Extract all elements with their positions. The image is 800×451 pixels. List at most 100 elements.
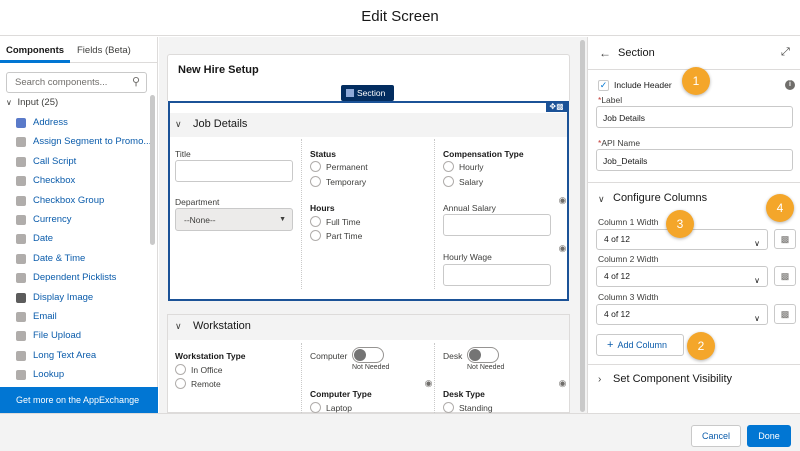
title-label: Title — [175, 149, 191, 159]
column-3-width-select[interactable]: 4 of 12 ∨ — [596, 304, 768, 325]
assign-segment-icon — [16, 137, 26, 148]
desk-type-radio-standing[interactable] — [443, 402, 454, 413]
expand-icon[interactable]: ⤢ — [781, 46, 790, 59]
chevron-down-icon: ∨ — [754, 276, 760, 285]
component-label: Lookup — [33, 369, 65, 381]
delete-icon[interactable]: ▩ — [556, 102, 564, 111]
workstation-radio-in-office[interactable] — [175, 364, 186, 375]
section-badge[interactable]: Section — [341, 85, 394, 101]
hours-radio-full-time[interactable] — [310, 216, 321, 227]
computer-toggle[interactable] — [352, 347, 384, 363]
component-item[interactable]: Lookup — [0, 366, 150, 385]
search-input[interactable]: Search components... ⚲ — [6, 72, 147, 93]
footer-bar: Cancel Done — [0, 413, 800, 451]
callout-badge: 4 — [766, 194, 794, 222]
chevron-down-icon[interactable]: ∨ — [598, 194, 605, 205]
component-item[interactable]: Call Script — [0, 153, 150, 172]
input-group-header[interactable]: ∨ Input (25) — [6, 97, 58, 108]
callout-badge: 3 — [666, 210, 694, 238]
department-value: --None-- — [184, 215, 216, 225]
api-name-input[interactable]: Job_Details — [596, 149, 793, 171]
column-divider — [434, 343, 435, 413]
delete-column-3-button[interactable]: ▩ — [774, 304, 796, 324]
checkbox-icon — [16, 176, 26, 187]
status-radio-permanent[interactable] — [310, 161, 321, 172]
delete-column-1-button[interactable]: ▩ — [774, 229, 796, 249]
component-label: Date — [33, 233, 54, 245]
chevron-right-icon[interactable]: › — [598, 374, 601, 385]
component-label: Long Text Area — [33, 349, 97, 361]
chevron-down-icon: ∨ — [754, 314, 760, 323]
department-select[interactable]: --None-- ▼ — [175, 208, 293, 231]
component-visibility-title[interactable]: Set Component Visibility — [613, 373, 732, 385]
hourly-wage-input[interactable] — [443, 264, 551, 286]
workstation-radio-remote[interactable] — [175, 378, 186, 389]
status-option: Temporary — [326, 177, 367, 187]
screen-header: New Hire Setup — [167, 54, 570, 84]
lookup-icon — [16, 370, 26, 381]
annual-salary-input[interactable] — [443, 214, 551, 236]
component-label: Assign Segment to Promo... — [33, 136, 152, 148]
component-item[interactable]: Date — [0, 230, 150, 249]
desk-toggle[interactable] — [467, 347, 499, 363]
component-item[interactable]: Checkbox Group — [0, 192, 150, 211]
comp-type-radio-hourly[interactable] — [443, 161, 454, 172]
canvas-scrollbar[interactable] — [579, 37, 587, 413]
plus-icon: + — [607, 339, 614, 351]
section-actions: ✥▩ — [546, 102, 567, 112]
title-input[interactable] — [175, 160, 293, 182]
panel-title: Section — [618, 47, 655, 59]
select-value: 4 of 12 — [604, 234, 630, 244]
components-scrollbar[interactable] — [150, 95, 155, 245]
hours-radio-part-time[interactable] — [310, 230, 321, 241]
annual-salary-label: Annual Salary — [443, 203, 496, 213]
add-column-button[interactable]: + Add Column — [596, 334, 684, 356]
component-item[interactable]: Checkbox — [0, 172, 150, 191]
back-arrow-icon[interactable]: ← — [599, 46, 611, 60]
label-input[interactable]: Job Details — [596, 106, 793, 128]
include-header-checkbox[interactable]: ✓ — [598, 80, 609, 91]
appexchange-link[interactable]: Get more on the AppExchange — [0, 387, 158, 413]
component-item[interactable]: Email — [0, 308, 150, 327]
api-name-caption: API Name — [601, 138, 641, 148]
info-icon[interactable]: i — [785, 80, 795, 90]
component-label: Call Script — [33, 155, 77, 167]
component-item[interactable]: Date & Time — [0, 250, 150, 269]
callout-badge: 2 — [687, 332, 715, 360]
done-button[interactable]: Done — [747, 425, 791, 447]
section-badge-label: Section — [357, 88, 386, 98]
component-label: File Upload — [33, 330, 82, 342]
component-item[interactable]: Address — [0, 114, 150, 133]
section-icon — [346, 89, 354, 97]
comp-type-radio-salary[interactable] — [443, 176, 454, 187]
cancel-button[interactable]: Cancel — [691, 425, 741, 447]
canvas-scroll-thumb[interactable] — [580, 40, 585, 412]
component-item[interactable]: File Upload — [0, 327, 150, 346]
component-item[interactable]: Assign Segment to Promo... — [0, 133, 152, 152]
component-item[interactable]: Dependent Picklists — [0, 269, 150, 288]
tab-fields-beta[interactable]: Fields (Beta) — [77, 45, 131, 56]
component-item[interactable]: Long Text Area — [0, 347, 150, 366]
status-radio-temporary[interactable] — [310, 176, 321, 187]
callout-badge: 1 — [682, 67, 710, 95]
checkbox-group-icon — [16, 195, 26, 206]
chevron-down-icon: ∨ — [6, 98, 12, 107]
date-icon — [16, 234, 26, 245]
component-item[interactable]: Currency — [0, 211, 150, 230]
component-item[interactable]: Display Image — [0, 289, 150, 308]
hourly-wage-label: Hourly Wage — [443, 252, 492, 262]
component-label: Date & Time — [33, 252, 86, 264]
toggle-knob — [469, 349, 481, 361]
display-image-icon — [16, 292, 26, 303]
hours-option: Part Time — [326, 231, 363, 241]
component-label: Address — [33, 117, 68, 128]
configure-columns-title[interactable]: Configure Columns — [613, 192, 707, 204]
component-label: Checkbox — [33, 175, 76, 187]
trash-icon: ▩ — [780, 234, 790, 244]
column-2-width-select[interactable]: 4 of 12 ∨ — [596, 266, 768, 287]
tab-components[interactable]: Components — [6, 45, 64, 56]
computer-label: Computer — [310, 351, 348, 361]
computer-type-radio-laptop[interactable] — [310, 402, 321, 413]
window-title: Edit Screen — [0, 0, 800, 36]
delete-column-2-button[interactable]: ▩ — [774, 266, 796, 286]
